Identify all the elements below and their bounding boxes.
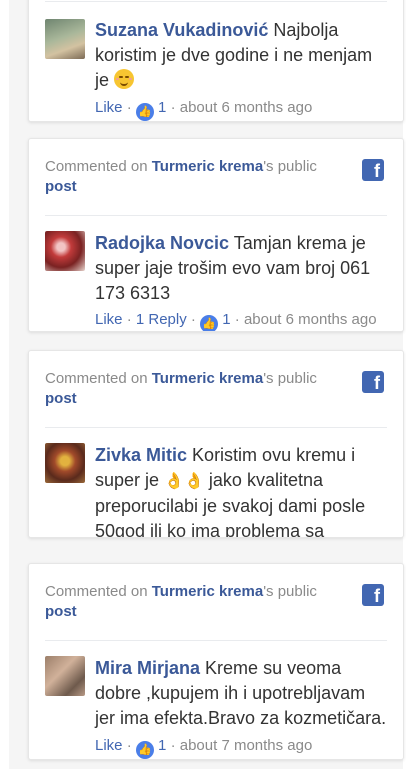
separator: · (170, 737, 176, 754)
divider (45, 1, 387, 2)
reply-link[interactable]: 1 Reply (136, 311, 187, 328)
comment-card: Suzana Vukadinović Najbolja koristim je … (28, 0, 404, 122)
avatar[interactable] (45, 19, 85, 59)
like-count[interactable]: 1 (222, 311, 230, 328)
divider (45, 640, 387, 641)
post-link[interactable]: post (45, 178, 77, 195)
comment-meta: Like · 👍 1 · about 7 months ago (95, 737, 395, 759)
comment-card: Commented on Turmeric krema's public pos… (28, 563, 404, 760)
thumbs-up-icon: 👍 (200, 315, 219, 331)
ok-hand-icon: 👌👌 (164, 473, 204, 490)
divider (45, 215, 387, 216)
comment-author[interactable]: Mira Mirjana (95, 658, 200, 678)
separator: · (126, 99, 132, 116)
separator: · (190, 311, 196, 328)
header-suffix: 's public (263, 370, 317, 387)
smile-emoji-icon (114, 69, 135, 89)
like-count[interactable]: 1 (158, 737, 166, 754)
separator: · (126, 311, 132, 328)
header-suffix: 's public (263, 158, 317, 175)
separator: · (234, 311, 240, 328)
comment-author[interactable]: Radojka Novcic (95, 233, 229, 253)
like-link[interactable]: Like (95, 311, 123, 328)
comment-text: Mira Mirjana Kreme su veoma dobre ,kupuj… (95, 656, 387, 731)
post-link[interactable]: post (45, 390, 77, 407)
divider (45, 427, 387, 428)
avatar[interactable] (45, 443, 85, 483)
comment-time[interactable]: about 7 months ago (180, 737, 313, 754)
facebook-square-icon[interactable]: f (362, 159, 384, 181)
comment-time[interactable]: about 6 months ago (180, 99, 313, 116)
like-link[interactable]: Like (95, 737, 123, 754)
separator: · (126, 737, 132, 754)
card-header: Commented on Turmeric krema's public pos… (45, 157, 345, 197)
comment-text: Suzana Vukadinović Najbolja koristim je … (95, 18, 387, 93)
header-prefix: Commented on (45, 370, 152, 387)
separator: · (170, 99, 176, 116)
page-link[interactable]: Turmeric krema (152, 158, 263, 175)
avatar[interactable] (45, 656, 85, 696)
like-count[interactable]: 1 (158, 99, 166, 116)
thumbs-up-icon: 👍 (135, 103, 154, 121)
comment-author[interactable]: Suzana Vukadinović (95, 20, 268, 40)
post-link[interactable]: post (45, 603, 77, 620)
comment-meta: Like · 👍 1 · about 6 months ago (95, 99, 395, 121)
header-prefix: Commented on (45, 583, 152, 600)
comment-meta: Like · 1 Reply · 👍 1 · about 6 months ag… (95, 311, 395, 331)
facebook-square-icon[interactable]: f (362, 584, 384, 606)
card-header: Commented on Turmeric krema's public pos… (45, 582, 345, 622)
avatar[interactable] (45, 231, 85, 271)
comment-card: Commented on Turmeric krema's public pos… (28, 350, 404, 538)
like-link[interactable]: Like (95, 99, 123, 116)
comment-author[interactable]: Zivka Mitic (95, 445, 187, 465)
card-header: Commented on Turmeric krema's public pos… (45, 369, 345, 409)
page-link[interactable]: Turmeric krema (152, 583, 263, 600)
page-link[interactable]: Turmeric krema (152, 370, 263, 387)
comment-text: Radojka Novcic Tamjan krema je super jaj… (95, 231, 387, 306)
facebook-square-icon[interactable]: f (362, 371, 384, 393)
thumbs-up-icon: 👍 (135, 741, 154, 759)
comment-time[interactable]: about 6 months ago (244, 311, 377, 328)
header-prefix: Commented on (45, 158, 152, 175)
comment-text: Zivka Mitic Koristim ovu kremu i super j… (95, 443, 387, 537)
comment-card: Commented on Turmeric krema's public pos… (28, 138, 404, 332)
header-suffix: 's public (263, 583, 317, 600)
